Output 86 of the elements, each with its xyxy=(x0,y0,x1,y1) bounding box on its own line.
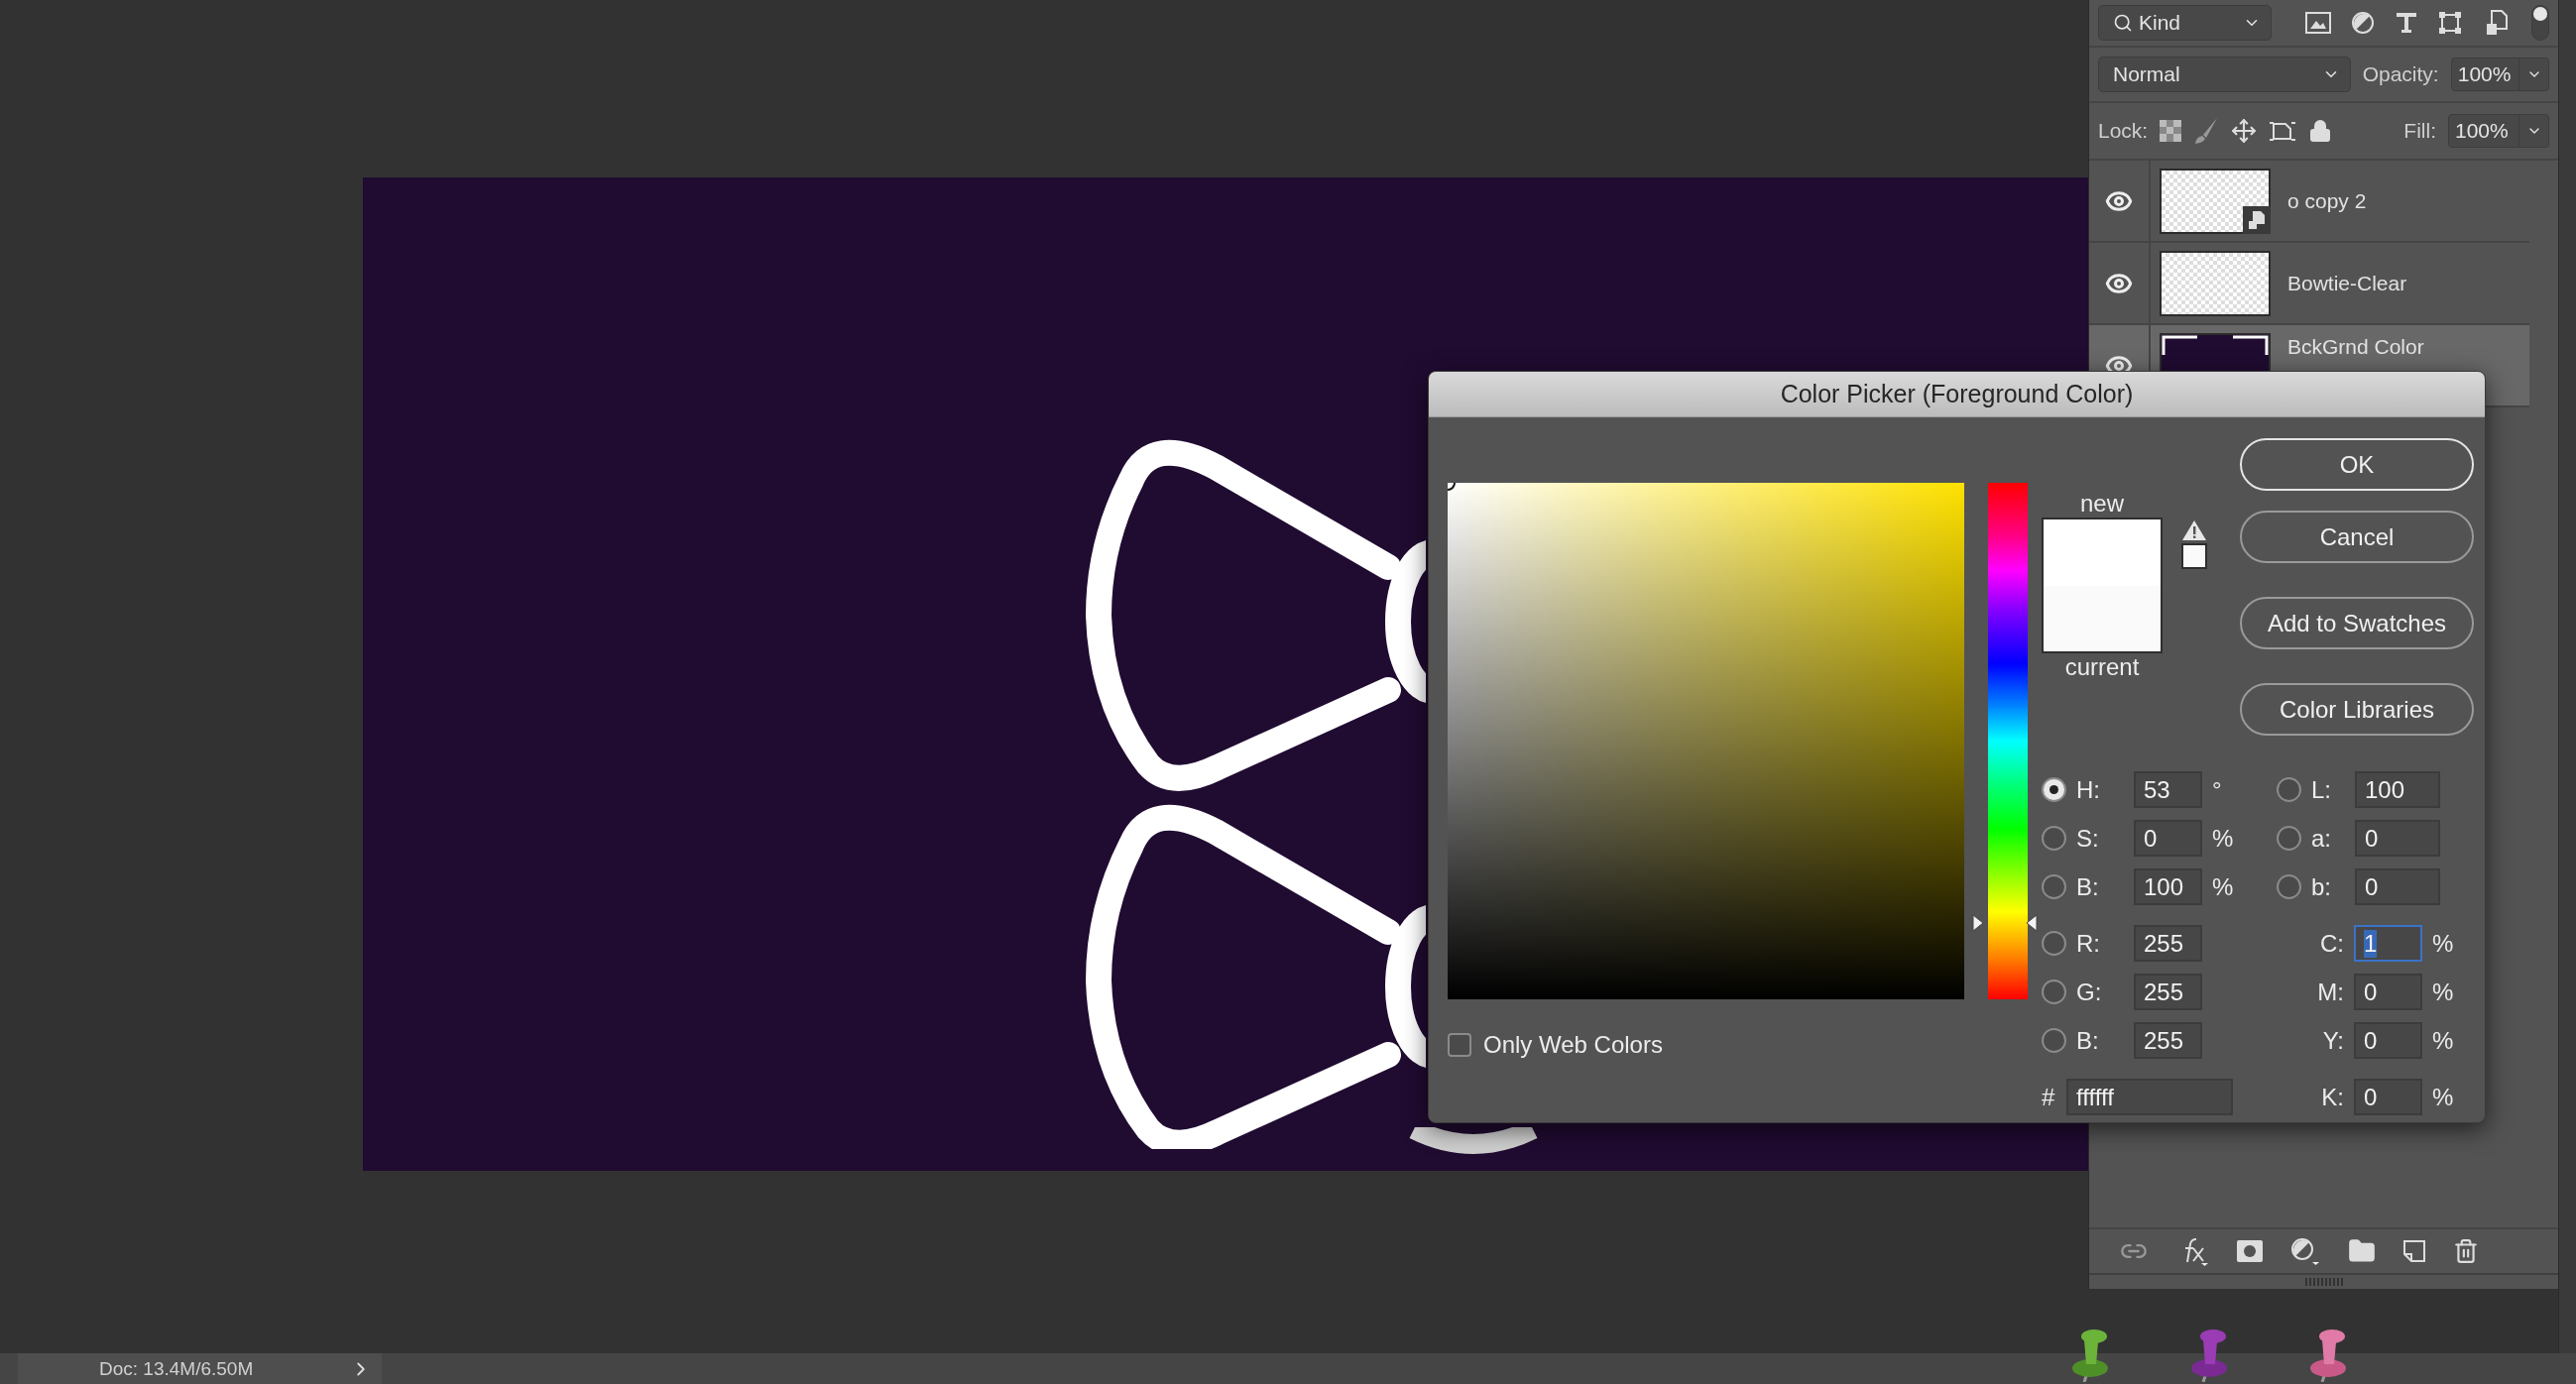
type-icon[interactable] xyxy=(2395,11,2418,35)
hex-label: # xyxy=(2042,1083,2056,1111)
opacity-field[interactable]: 100% xyxy=(2450,58,2549,91)
field-label: M: xyxy=(2316,978,2345,1006)
unit-label: % xyxy=(2432,1083,2454,1111)
layer-name: Bowtie-Clear xyxy=(2287,271,2407,295)
number-field[interactable]: 0 xyxy=(2354,1022,2422,1059)
radio-button[interactable] xyxy=(2042,1028,2066,1053)
field-label: R: xyxy=(2076,929,2101,958)
current-label: current xyxy=(2063,653,2141,681)
unit-label: % xyxy=(2212,872,2234,901)
lock-label: Lock: xyxy=(2098,119,2149,143)
smart-object-icon[interactable] xyxy=(2486,10,2508,36)
filter-toggle[interactable] xyxy=(2531,5,2549,41)
checkbox-label: Only Web Colors xyxy=(1483,1031,1663,1059)
half-circle-icon[interactable] xyxy=(2351,11,2375,35)
opacity-label: Opacity: xyxy=(2362,62,2439,86)
unit-label: % xyxy=(2432,1026,2454,1055)
unit-label: ° xyxy=(2212,775,2222,804)
radio-button[interactable] xyxy=(2042,826,2066,851)
number-field[interactable]: 0 xyxy=(2354,974,2422,1010)
number-field[interactable]: 255 xyxy=(2134,1022,2202,1059)
document-size: Doc: 13.4M/6.50M xyxy=(99,1357,254,1380)
layer-name: o copy 2 xyxy=(2287,188,2367,213)
hex-field[interactable]: ffffff xyxy=(2066,1079,2233,1115)
layer-row[interactable]: o copy 2 xyxy=(2089,161,2529,243)
filter-dropdown[interactable]: Kind xyxy=(2098,5,2272,41)
unit-label: % xyxy=(2212,824,2234,853)
transform-icon[interactable] xyxy=(2438,11,2462,35)
folder-icon[interactable] xyxy=(2347,1237,2376,1265)
image-icon[interactable] xyxy=(2305,11,2331,35)
number-field[interactable]: 100 xyxy=(2134,868,2202,905)
field-label: B: xyxy=(2076,872,2100,901)
number-field[interactable]: 1 xyxy=(2354,925,2422,962)
layer-row[interactable]: Bowtie-Clear xyxy=(2089,243,2529,325)
number-field[interactable]: 0 xyxy=(2355,820,2440,857)
adjustment-icon[interactable] xyxy=(2289,1237,2320,1265)
number-field[interactable]: 100 xyxy=(2355,771,2440,808)
radio-button[interactable] xyxy=(2277,874,2301,899)
search-icon xyxy=(2113,13,2133,33)
dialog-button[interactable]: Color Libraries xyxy=(2240,683,2474,736)
checkerboard-icon[interactable] xyxy=(2160,120,2182,142)
resize-grip[interactable] xyxy=(2304,1278,2343,1286)
radio-button[interactable] xyxy=(2042,874,2066,899)
radio-button[interactable] xyxy=(2042,777,2066,802)
number-field[interactable]: 53 xyxy=(2134,771,2202,808)
dialog-button[interactable]: Add to Swatches xyxy=(2240,597,2474,649)
number-field[interactable]: 0 xyxy=(2354,1079,2422,1115)
color-field[interactable] xyxy=(1448,483,1964,999)
field-label: H: xyxy=(2076,775,2101,804)
field-label: a: xyxy=(2311,824,2332,853)
dialog-button[interactable]: Cancel xyxy=(2240,511,2474,563)
lock-icon[interactable] xyxy=(2308,119,2333,143)
unit-label: % xyxy=(2432,929,2454,958)
field-label: Y: xyxy=(2321,1026,2345,1055)
field-label: b: xyxy=(2311,872,2332,901)
field-label: S: xyxy=(2076,824,2100,853)
number-field[interactable]: 0 xyxy=(2355,868,2440,905)
layer-name: BckGrnd Color xyxy=(2287,335,2424,359)
fill-field[interactable]: 100% xyxy=(2448,114,2549,148)
blend-mode-dropdown[interactable]: Normal xyxy=(2098,57,2351,92)
number-field[interactable]: 0 xyxy=(2134,820,2202,857)
number-field[interactable]: 255 xyxy=(2134,925,2202,962)
new-layer-icon[interactable] xyxy=(2402,1240,2425,1262)
radio-button[interactable] xyxy=(2042,931,2066,956)
number-field[interactable]: 255 xyxy=(2134,974,2202,1010)
field-label: L: xyxy=(2311,775,2332,804)
fill-label: Fill: xyxy=(2403,119,2436,143)
radio-button[interactable] xyxy=(2277,777,2301,802)
field-label: C: xyxy=(2319,929,2345,958)
field-label: B: xyxy=(2076,1026,2100,1055)
checkbox[interactable] xyxy=(1448,1033,1471,1057)
unit-label: % xyxy=(2432,978,2454,1006)
field-label: G: xyxy=(2076,978,2103,1006)
dialog-button[interactable]: OK xyxy=(2240,438,2474,491)
trash-icon[interactable] xyxy=(2452,1238,2479,1264)
field-label: K: xyxy=(2320,1083,2345,1111)
gamut-swatch[interactable] xyxy=(2181,543,2207,569)
warning-icon[interactable] xyxy=(2181,519,2207,541)
smart-object-icon xyxy=(2248,209,2266,230)
move-icon[interactable] xyxy=(2231,118,2258,144)
radio-button[interactable] xyxy=(2042,980,2066,1004)
radio-button[interactable] xyxy=(2277,826,2301,851)
new-label: new xyxy=(2079,490,2125,518)
mask-icon[interactable] xyxy=(2236,1240,2263,1262)
slider-thumb[interactable] xyxy=(1972,913,2038,934)
